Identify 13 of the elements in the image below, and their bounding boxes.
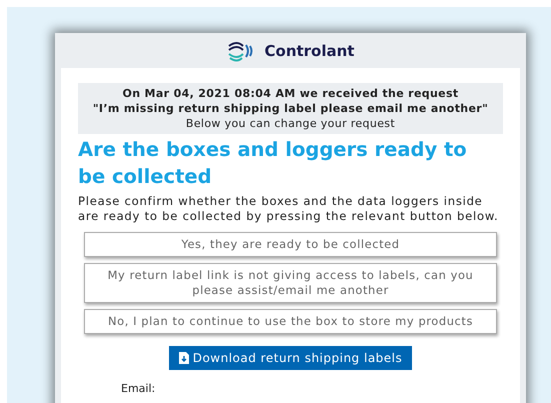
file-download-icon (178, 352, 189, 364)
description-text: Please confirm whether the boxes and the data loggers inside are ready to be collected by pressing the relevant button below. (78, 194, 500, 224)
notice-text: "I’m missing return shipping label please email me another" (92, 101, 488, 116)
download-button[interactable]: Download return shipping labels (168, 346, 412, 370)
option-button[interactable]: Yes, they are ready to be collected (84, 232, 497, 257)
option-button[interactable]: No, I plan to continue to use the box to store my products (84, 309, 497, 334)
brand-name: Controlant (264, 42, 354, 60)
notice-text: Below you can change your request (186, 116, 396, 131)
logo-icon (226, 40, 254, 62)
page-heading: Are the boxes and loggers ready to be collected (78, 137, 468, 190)
email-label: Email: (121, 382, 156, 395)
option-button[interactable]: My return label link is not giving access to labels, can you please assist/email me another (84, 263, 497, 303)
notice-text: On Mar 04, 2021 08:04 AM we received the request (122, 86, 458, 101)
